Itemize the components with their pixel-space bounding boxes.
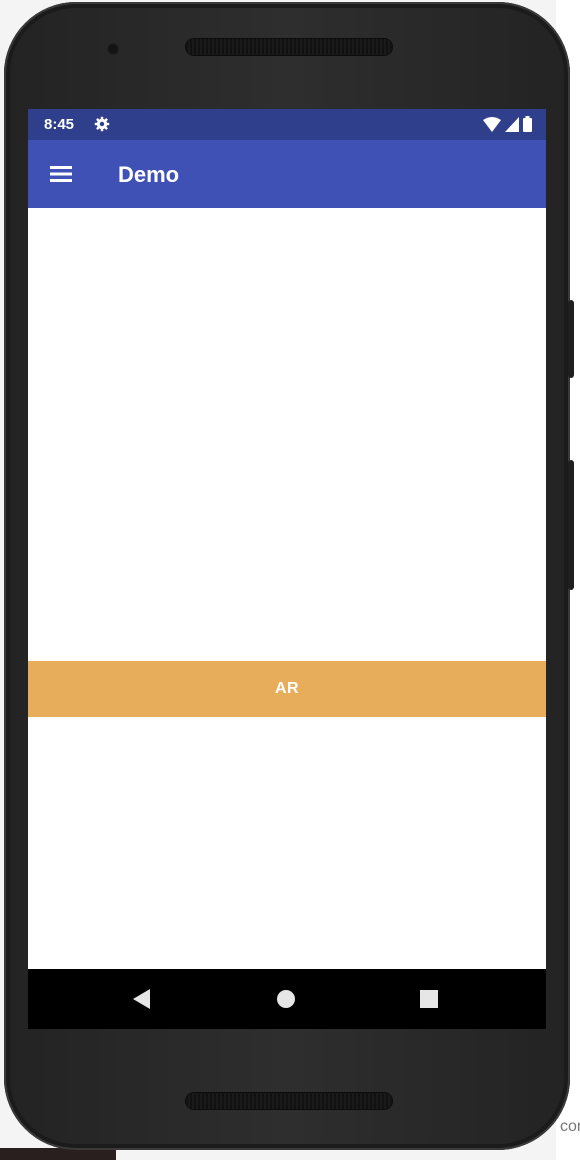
battery-icon [523,116,532,132]
power-button [568,460,574,590]
ar-button[interactable]: AR [28,661,546,717]
main-content: AR [28,208,546,969]
status-bar: 8:45 [28,109,546,140]
toolbar-title: Demo [118,162,180,187]
home-icon[interactable] [274,987,298,1011]
recents-icon[interactable] [417,987,441,1011]
page: u k r cor 8:45 [0,0,580,1160]
settings-icon [94,116,110,132]
status-icons [483,116,532,132]
wifi-icon [483,116,501,132]
top-speaker [186,39,392,55]
front-camera [107,43,119,55]
phone-screen: 8:45 Demo AR [28,109,546,1029]
navigation-bar [28,969,546,1029]
signal-icon [505,116,519,132]
bottom-speaker [186,1093,392,1109]
back-icon[interactable] [130,987,154,1011]
app-toolbar: Demo [28,140,546,208]
volume-button [568,300,574,378]
background-text-fragment-4: cor [560,1118,580,1135]
hamburger-menu-icon[interactable] [50,164,74,184]
status-time: 8:45 [44,116,75,133]
